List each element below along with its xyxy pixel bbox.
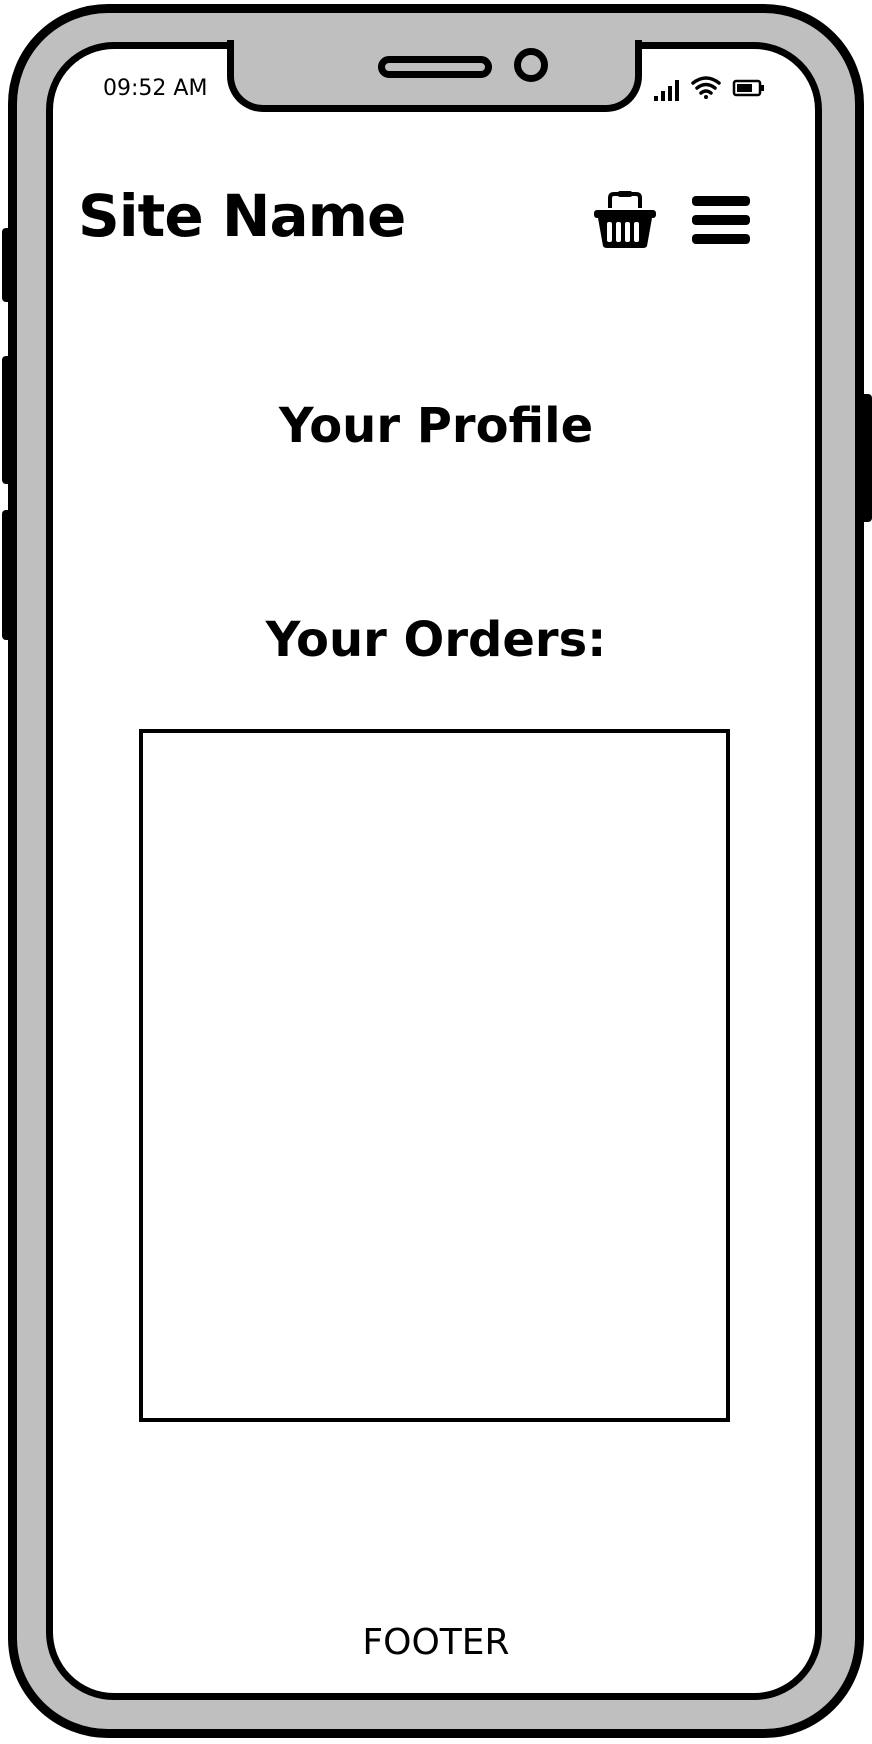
menu-line bbox=[692, 196, 750, 206]
signal-icon bbox=[654, 80, 679, 101]
status-time: 09:52 AM bbox=[103, 76, 208, 101]
site-name[interactable]: Site Name bbox=[78, 182, 406, 250]
mute-switch bbox=[2, 228, 12, 302]
footer: FOOTER bbox=[362, 1622, 510, 1663]
profile-title: Your Profile bbox=[278, 398, 594, 454]
battery-icon bbox=[732, 79, 764, 97]
basket-icon[interactable] bbox=[592, 190, 658, 250]
speaker-grille bbox=[378, 56, 492, 78]
hamburger-menu-icon[interactable] bbox=[692, 196, 750, 244]
wifi-icon bbox=[691, 76, 721, 99]
orders-title: Your Orders: bbox=[265, 612, 607, 668]
orders-panel bbox=[139, 729, 730, 1422]
status-icons bbox=[654, 76, 764, 101]
menu-line bbox=[692, 215, 750, 225]
menu-line bbox=[692, 234, 750, 244]
front-camera bbox=[514, 48, 548, 82]
